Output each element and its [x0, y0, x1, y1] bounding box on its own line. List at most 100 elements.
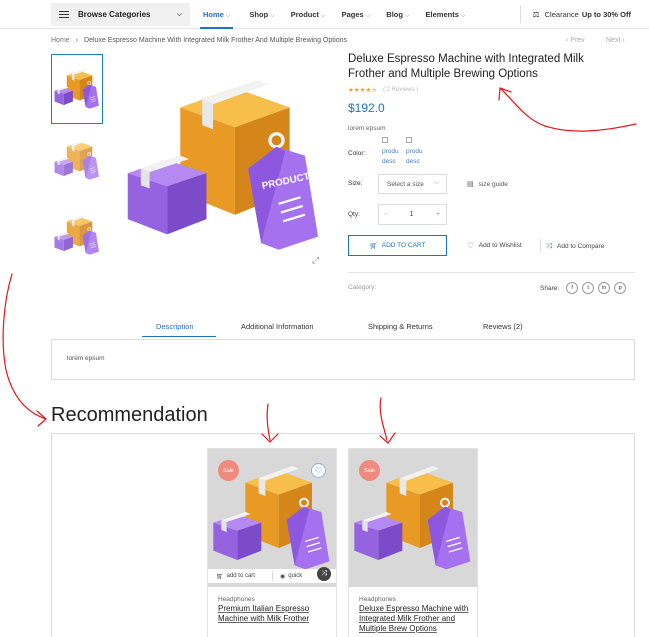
menu-label: Home: [203, 10, 224, 19]
gallery-thumbnail-2[interactable]: [51, 125, 103, 195]
add-to-compare-button[interactable]: ⤨ Add to Compare: [546, 241, 604, 251]
size-guide-link[interactable]: ▤ size guide: [467, 180, 508, 189]
reviews-count-link[interactable]: ( 2 Reviews ): [383, 87, 418, 93]
pinterest-icon[interactable]: p: [614, 282, 627, 294]
size-select[interactable]: Select a size ⌵: [378, 174, 447, 194]
instagram-icon[interactable]: in: [598, 282, 611, 294]
star-rating-icons: ★★★★★: [348, 87, 378, 94]
next-label: Next: [606, 37, 621, 44]
product-card-name[interactable]: Deluxe Espresso Machine with Integrated …: [359, 604, 469, 634]
percent-tag-icon: ⚖: [532, 10, 540, 19]
card-add-to-cart-button[interactable]: 🛒︎ add to cart: [216, 573, 255, 580]
cart-icon: 🛒︎: [216, 573, 224, 580]
browse-categories-button[interactable]: Browse Categories ⌵: [51, 3, 190, 26]
annotation-arrow-recommendation: [2, 273, 47, 420]
product-card-category[interactable]: Headphones: [359, 596, 396, 603]
product-price: $192.0: [348, 101, 385, 115]
add-to-cart-label: ADD TO CART: [381, 242, 426, 249]
card-add-to-cart-label: add to cart: [226, 573, 255, 579]
product-thumbnail-image: [54, 214, 100, 256]
annotation-arrow-title: [499, 87, 637, 132]
menu-item-product[interactable]: Product ⌵: [291, 0, 326, 29]
next-product-link[interactable]: Next ›: [606, 37, 625, 44]
menu-item-blog[interactable]: Blog ⌵: [386, 0, 409, 29]
compare-arrows-icon: ⤨: [546, 241, 552, 250]
tab-content-panel: lorem epsum: [51, 339, 635, 380]
browse-categories-label: Browse Categories: [78, 10, 151, 19]
menu-item-elements[interactable]: Elements ⌵: [426, 0, 466, 29]
prev-label: Prev: [570, 37, 585, 44]
chevron-down-icon: ⌵: [434, 180, 439, 186]
product-thumbnail-image: [54, 139, 100, 181]
divider: [272, 571, 273, 581]
add-to-cart-button[interactable]: 🛒︎ ADD TO CART: [348, 235, 447, 256]
heart-icon[interactable]: ♡: [311, 463, 326, 478]
top-navigation: Browse Categories ⌵ Home ⌵ Shop ⌵ Product ⌵…: [0, 0, 649, 29]
qty-decrease-button[interactable]: -: [385, 211, 387, 218]
twitter-icon[interactable]: t: [582, 282, 595, 294]
menu-label: Elements: [425, 10, 459, 19]
tab-additional-information[interactable]: Additional Information: [241, 322, 314, 331]
hamburger-icon: [59, 9, 69, 20]
qty-input[interactable]: 1: [410, 211, 414, 218]
color-label: Color:: [348, 150, 366, 157]
size-label: Size:: [348, 180, 363, 187]
add-to-wishlist-button[interactable]: ♡ Add to Wishlist: [467, 241, 522, 250]
clearance-text: Clearance: [544, 10, 579, 19]
share-links: Share: f t in p: [540, 282, 627, 294]
product-thumbnail-image: [54, 68, 100, 110]
cart-icon: 🛒︎: [369, 242, 378, 250]
quantity-stepper: - 1 +: [378, 204, 447, 225]
share-label: Share:: [540, 284, 560, 292]
chevron-down-icon: ⌵: [270, 13, 275, 19]
main-menu: Home ⌵ Shop ⌵ Product ⌵ Pages ⌵ Blog ⌵ Elemen…: [200, 0, 481, 29]
size-select-value: Select a size: [387, 181, 424, 188]
swatch-alt-text: produ: [406, 148, 423, 155]
product-short-description: lorem epsum: [348, 125, 386, 132]
active-tab-indicator: [142, 336, 216, 337]
main-product-image[interactable]: PRODUCT: [125, 78, 323, 253]
product-card-category[interactable]: Headphones: [218, 596, 255, 603]
clearance-offer: Up to 30% Off: [581, 10, 631, 19]
color-swatch-1[interactable]: produ desc: [382, 137, 402, 169]
product-card-name[interactable]: Premium Italian Espresso Machine with Mi…: [218, 604, 328, 624]
clearance-link[interactable]: ⚖ Clearance Up to 30% Off: [532, 10, 631, 19]
size-guide-label: size guide: [478, 180, 508, 188]
qty-increase-button[interactable]: +: [436, 211, 440, 218]
tab-description[interactable]: Description: [156, 322, 194, 331]
quick-view-button[interactable]: ◉ quick: [280, 573, 302, 580]
product-card[interactable]: Sale ♡ 🛒︎ add to cart ◉ quick ⤨ Headphones…: [207, 448, 337, 637]
heart-icon: ♡: [467, 241, 474, 250]
gallery-thumbnail-1[interactable]: [51, 54, 103, 124]
prev-product-link[interactable]: ‹ Prev: [566, 37, 585, 44]
product-rating: ★★★★★ ( 2 Reviews ): [348, 86, 418, 94]
menu-label: Pages: [341, 10, 364, 19]
facebook-icon[interactable]: f: [566, 282, 579, 294]
swatch-alt-text: desc: [382, 158, 396, 165]
breadcrumb-current: Deluxe Espresso Machine With Integrated …: [84, 37, 348, 44]
menu-item-shop[interactable]: Shop ⌵: [249, 0, 274, 29]
divider: [520, 6, 521, 23]
menu-label: Shop: [249, 10, 269, 19]
zoom-icon[interactable]: ⤢: [312, 255, 319, 266]
tab-reviews[interactable]: Reviews (2): [483, 322, 523, 331]
compare-arrows-icon[interactable]: ⤨: [317, 567, 331, 581]
chevron-right-icon: ›: [620, 37, 625, 44]
gallery-thumbnail-3[interactable]: [51, 200, 103, 270]
divider: [540, 239, 541, 252]
sale-badge: Sale: [218, 460, 239, 481]
breadcrumb-home[interactable]: Home: [51, 37, 70, 44]
wishlist-label: Add to Wishlist: [478, 242, 522, 249]
product-card[interactable]: Sale Headphones Deluxe Espresso Machine …: [348, 448, 478, 637]
menu-label: Product: [290, 10, 320, 19]
menu-item-pages[interactable]: Pages ⌵: [342, 0, 371, 29]
ruler-icon: ▤: [467, 181, 474, 188]
color-swatch-2[interactable]: produ desc: [406, 137, 426, 169]
tab-shipping-returns[interactable]: Shipping & Returns: [368, 322, 433, 331]
product-category: Category:: [348, 284, 377, 291]
recommendation-heading: Recommendation: [51, 404, 208, 426]
compare-label: Add to Compare: [557, 242, 605, 250]
recommendation-panel: [51, 433, 635, 637]
menu-item-home[interactable]: Home ⌵: [200, 0, 234, 29]
menu-label: Blog: [386, 10, 403, 19]
